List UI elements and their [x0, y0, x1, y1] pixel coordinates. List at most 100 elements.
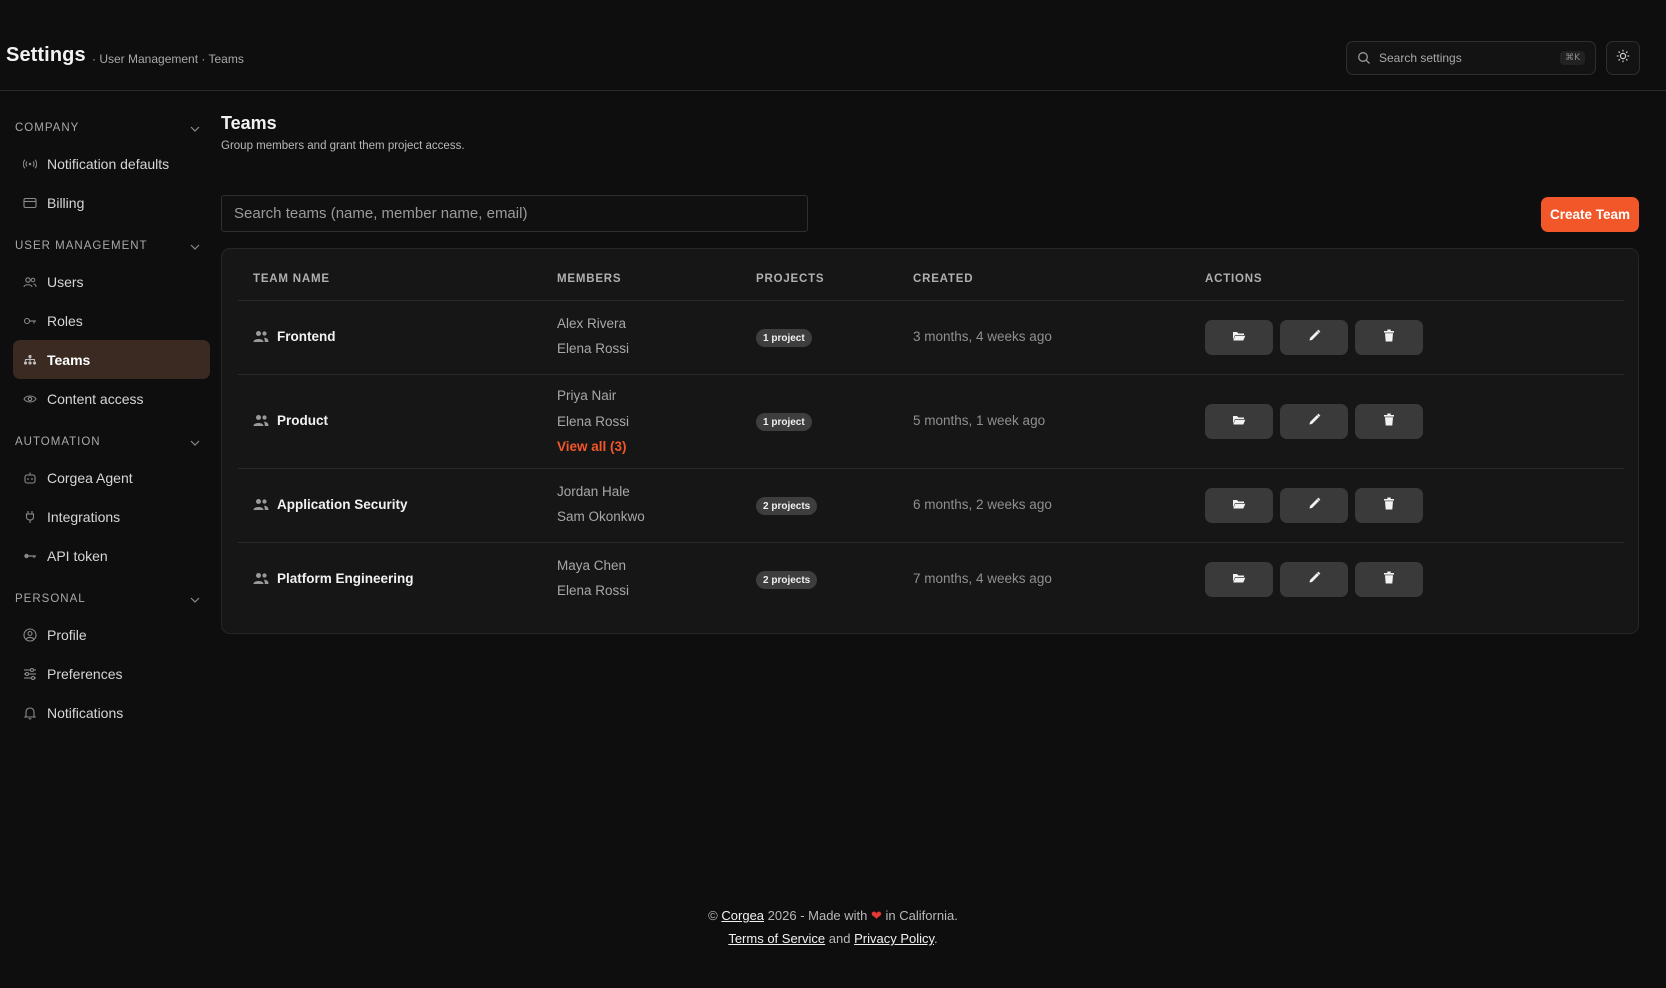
- member-name: Maya Chen: [557, 558, 627, 573]
- projects-badge[interactable]: 2 projects: [756, 497, 818, 515]
- manage-projects-button[interactable]: [1205, 404, 1273, 439]
- sidebar-item-billing[interactable]: Billing: [13, 183, 210, 222]
- table-row: Frontend Alex Rivera Elena Rossi 1 proje…: [238, 300, 1624, 374]
- projects-badge[interactable]: 1 project: [756, 413, 812, 431]
- sidebar-item-profile[interactable]: Profile: [13, 615, 210, 654]
- column-header-projects: PROJECTS: [756, 273, 825, 285]
- team-name[interactable]: Product: [253, 413, 328, 428]
- folder-icon: [1232, 413, 1246, 431]
- sidebar-item-preferences[interactable]: Preferences: [13, 654, 210, 693]
- settings-search-placeholder: Search settings: [1379, 51, 1462, 65]
- delete-team-button[interactable]: [1355, 404, 1423, 439]
- chevron-down-icon: [190, 237, 200, 255]
- sidebar-item-label: Content access: [47, 390, 144, 407]
- sidebar-item-corgea-agent[interactable]: Corgea Agent: [13, 458, 210, 497]
- sidebar-item-notifications[interactable]: Notifications: [13, 693, 210, 732]
- column-header-created: CREATED: [913, 273, 974, 285]
- manage-projects-button[interactable]: [1205, 320, 1273, 355]
- heart-icon: ❤: [871, 908, 882, 923]
- sidebar-item-label: API token: [47, 547, 108, 564]
- section-automation[interactable]: AUTOMATION: [15, 433, 200, 451]
- chevron-down-icon: [190, 433, 200, 451]
- robot-icon: [23, 471, 37, 485]
- users-icon: [23, 275, 37, 289]
- bell-icon: [23, 706, 37, 720]
- sidebar-item-users[interactable]: Users: [13, 262, 210, 301]
- member-name: Jordan Hale: [557, 484, 630, 499]
- sidebar-item-label: Corgea Agent: [47, 469, 133, 486]
- delete-team-button[interactable]: [1355, 320, 1423, 355]
- sidebar-item-label: Teams: [47, 351, 91, 368]
- create-team-button[interactable]: Create Team: [1541, 197, 1639, 232]
- footer-line-1: © Corgea 2026 - Made with ❤ in Californi…: [0, 904, 1666, 927]
- teams-search-input[interactable]: Search teams (name, member name, email): [221, 195, 808, 232]
- column-header-team-name: TEAM NAME: [253, 273, 330, 285]
- settings-search-input[interactable]: Search settings ⌘K: [1346, 41, 1596, 75]
- delete-team-button[interactable]: [1355, 488, 1423, 523]
- terms-of-service-link[interactable]: Terms of Service: [728, 931, 825, 946]
- location-text: in California.: [885, 908, 958, 923]
- manage-projects-button[interactable]: [1205, 488, 1273, 523]
- sliders-icon: [23, 667, 37, 681]
- delete-team-button[interactable]: [1355, 562, 1423, 597]
- credit-card-icon: [23, 196, 37, 210]
- sidebar-item-roles[interactable]: Roles: [13, 301, 210, 340]
- member-name: Elena Rossi: [557, 341, 630, 356]
- sidebar-item-teams[interactable]: Teams: [13, 340, 210, 379]
- eye-icon: [23, 392, 37, 406]
- sidebar-item-api-token[interactable]: API token: [13, 536, 210, 575]
- created-date: 5 months, 1 week ago: [913, 413, 1046, 428]
- projects-badge[interactable]: 1 project: [756, 329, 812, 347]
- team-name[interactable]: Application Security: [253, 497, 408, 512]
- theme-toggle-button[interactable]: [1606, 41, 1640, 75]
- pencil-icon: [1308, 413, 1321, 431]
- broadcast-icon: [23, 157, 37, 171]
- member-name: Elena Rossi: [557, 583, 630, 598]
- manage-projects-button[interactable]: [1205, 562, 1273, 597]
- member-name: Elena Rossi: [557, 414, 630, 429]
- team-name[interactable]: Frontend: [253, 329, 336, 344]
- team-name[interactable]: Platform Engineering: [253, 571, 414, 586]
- created-date: 3 months, 4 weeks ago: [913, 329, 1052, 344]
- chevron-down-icon: [190, 590, 200, 608]
- sidebar-item-label: Integrations: [47, 508, 121, 525]
- footer: © Corgea 2026 - Made with ❤ in Californi…: [0, 904, 1666, 950]
- projects-badge[interactable]: 2 projects: [756, 571, 818, 589]
- team-name-label: Application Security: [277, 497, 408, 512]
- page-title: Teams: [221, 113, 277, 133]
- teams-search-placeholder: Search teams (name, member name, email): [234, 205, 528, 222]
- sidebar-item-integrations[interactable]: Integrations: [13, 497, 210, 536]
- section-title: PERSONAL: [15, 593, 86, 605]
- privacy-policy-link[interactable]: Privacy Policy: [854, 931, 934, 946]
- section-title: AUTOMATION: [15, 436, 101, 448]
- copyright-symbol: ©: [708, 908, 718, 923]
- table-row: Platform Engineering Maya Chen Elena Ros…: [238, 542, 1624, 616]
- corgea-link[interactable]: Corgea: [721, 908, 764, 923]
- chevron-down-icon: [190, 119, 200, 137]
- section-company[interactable]: COMPANY: [15, 119, 200, 137]
- trash-icon: [1383, 571, 1395, 589]
- footer-line-2: Terms of Service and Privacy Policy.: [0, 927, 1666, 950]
- sidebar-item-content-access[interactable]: Content access: [13, 379, 210, 418]
- edit-team-button[interactable]: [1280, 404, 1348, 439]
- and-text: and: [828, 931, 851, 946]
- edit-team-button[interactable]: [1280, 488, 1348, 523]
- edit-team-button[interactable]: [1280, 320, 1348, 355]
- section-user-management[interactable]: USER MANAGEMENT: [15, 237, 200, 255]
- table-row: Product Priya Nair Elena Rossi View all …: [238, 374, 1624, 468]
- plug-icon: [23, 510, 37, 524]
- folder-icon: [1232, 571, 1246, 589]
- period-text: .: [934, 931, 938, 946]
- team-name-label: Product: [277, 413, 329, 428]
- sidebar-item-notification-defaults[interactable]: Notification defaults: [13, 144, 210, 183]
- edit-team-button[interactable]: [1280, 562, 1348, 597]
- team-icon: [253, 330, 269, 344]
- sidebar-item-label: Roles: [47, 312, 83, 329]
- team-name-label: Frontend: [277, 329, 336, 344]
- team-hierarchy-icon: [23, 353, 37, 367]
- view-all-members-link[interactable]: View all (3): [557, 439, 627, 454]
- created-date: 6 months, 2 weeks ago: [913, 497, 1052, 512]
- user-circle-icon: [23, 627, 37, 642]
- pencil-icon: [1308, 329, 1321, 347]
- section-personal[interactable]: PERSONAL: [15, 590, 200, 608]
